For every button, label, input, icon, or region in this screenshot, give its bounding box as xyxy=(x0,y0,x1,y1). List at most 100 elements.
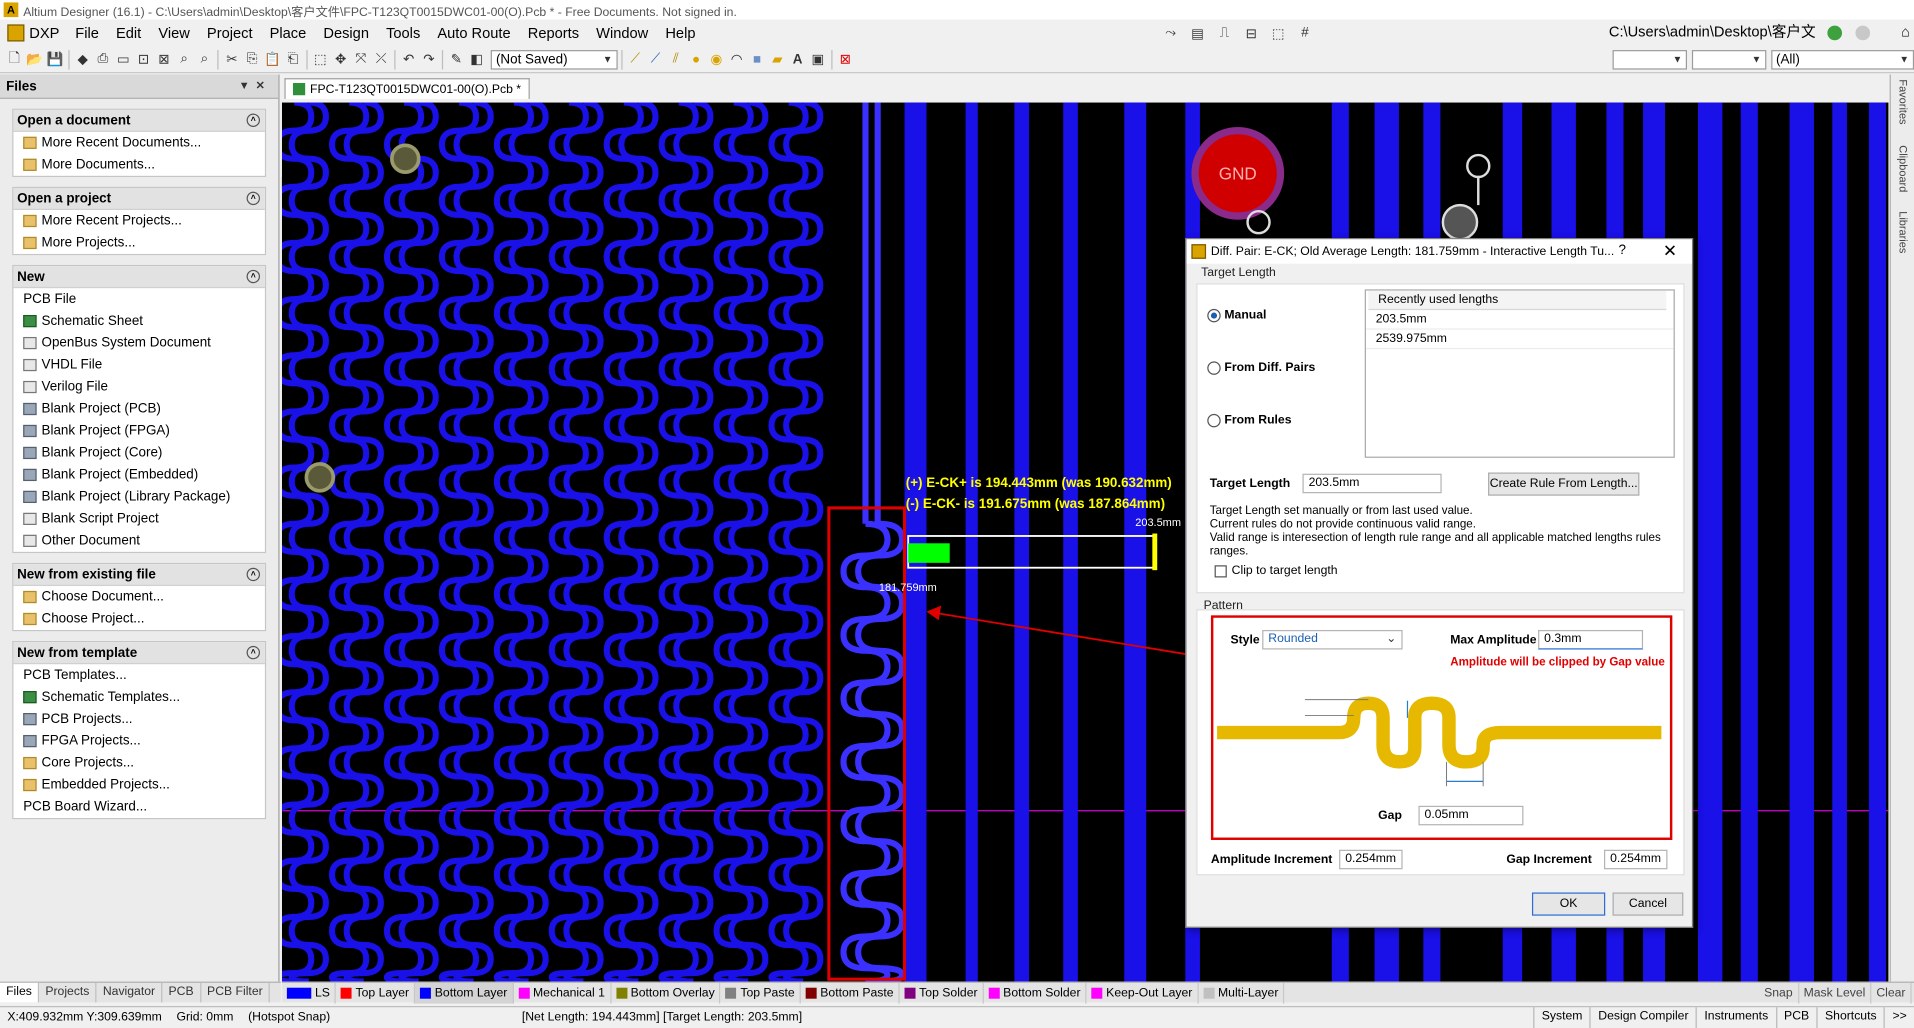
filter-mid-combo[interactable]: ▼ xyxy=(1692,49,1767,69)
radio-manual[interactable]: Manual xyxy=(1207,308,1266,323)
place-component-icon[interactable]: ▣ xyxy=(808,48,827,70)
align-icon[interactable]: ⊟ xyxy=(1240,22,1262,44)
files-item[interactable]: Schematic Sheet xyxy=(13,310,264,332)
open-icon[interactable]: 📂 xyxy=(25,48,44,70)
place-icon[interactable]: ⎍ xyxy=(1213,22,1235,44)
files-item[interactable]: More Recent Documents... xyxy=(13,132,264,154)
route-multiple-icon[interactable]: ⫽ xyxy=(666,48,685,70)
tab-pcb[interactable]: PCB xyxy=(162,982,201,1003)
view-config-combo[interactable]: (Not Saved) ▼ xyxy=(491,49,618,69)
clear-button[interactable]: Clear xyxy=(1871,982,1912,1004)
radio-from-rules[interactable]: From Rules xyxy=(1207,413,1292,428)
gap-increment-input[interactable]: 0.254mm xyxy=(1603,849,1668,870)
cut-icon[interactable]: ✂ xyxy=(222,48,241,70)
files-item[interactable]: Blank Project (FPGA) xyxy=(13,420,264,442)
layer-tab[interactable]: LS xyxy=(282,982,336,1003)
radio-from-diff-pairs[interactable]: From Diff. Pairs xyxy=(1207,361,1315,375)
filter-all-combo[interactable]: (All) ▼ xyxy=(1771,49,1914,69)
status-tab-instruments[interactable]: Instruments xyxy=(1695,1007,1776,1028)
help-icon[interactable]: ? xyxy=(1618,243,1625,258)
deselect-icon[interactable]: ⤫ xyxy=(372,48,391,70)
max-amplitude-input[interactable]: 0.3mm xyxy=(1538,629,1644,650)
rubber-stamp-icon[interactable]: ⎗ xyxy=(283,48,302,70)
files-item[interactable]: Blank Script Project xyxy=(13,508,264,530)
clear-filter-icon[interactable]: ⊠ xyxy=(836,48,855,70)
recent-length-item[interactable]: 203.5mm xyxy=(1365,310,1674,330)
gap-input[interactable]: 0.05mm xyxy=(1418,805,1524,826)
tab-projects[interactable]: Projects xyxy=(39,982,97,1003)
menu-project[interactable]: Project xyxy=(198,24,261,41)
cancel-button[interactable]: Cancel xyxy=(1612,892,1684,916)
files-item[interactable]: Other Document xyxy=(13,530,264,552)
layer-tab[interactable]: Multi-Layer xyxy=(1198,982,1285,1003)
layer-tab[interactable]: Bottom Solder xyxy=(984,982,1087,1003)
collapse-icon[interactable]: ˄ xyxy=(246,191,261,206)
new-doc-icon[interactable]: 🗋 xyxy=(5,48,24,70)
menu-window[interactable]: Window xyxy=(588,24,657,41)
menu-view[interactable]: View xyxy=(150,24,199,41)
files-item[interactable]: More Documents... xyxy=(13,154,264,176)
tab-files[interactable]: Files xyxy=(0,982,40,1003)
zoom-selected-icon[interactable]: ⌕ xyxy=(195,48,214,70)
menu-edit[interactable]: Edit xyxy=(107,24,149,41)
zoom-fit-icon[interactable]: ⊡ xyxy=(134,48,153,70)
place-via-icon[interactable]: ◉ xyxy=(707,48,726,70)
collapse-icon[interactable]: ˄ xyxy=(246,645,261,660)
clipboard-tab[interactable]: Clipboard xyxy=(1897,145,1909,206)
zoom-area-icon[interactable]: ⊠ xyxy=(154,48,173,70)
component-icon[interactable]: ▤ xyxy=(1187,22,1209,44)
status-tab-more[interactable]: >> xyxy=(1883,1007,1914,1028)
route-diff-pair-icon[interactable]: ⟋ xyxy=(646,48,665,70)
layer-tab[interactable]: Bottom Layer xyxy=(415,982,514,1003)
files-item[interactable]: Schematic Templates... xyxy=(13,686,264,708)
menu-auto-route[interactable]: Auto Route xyxy=(429,24,519,41)
style-select[interactable]: Rounded ⌄ xyxy=(1262,629,1403,650)
files-item[interactable]: Embedded Projects... xyxy=(13,774,264,796)
filter-left-combo[interactable]: ▼ xyxy=(1612,49,1688,69)
clip-to-target-checkbox[interactable]: Clip to target length xyxy=(1214,564,1338,577)
move-selection-icon[interactable]: ⤧ xyxy=(351,48,370,70)
tab-pcb-filter[interactable]: PCB Filter xyxy=(201,982,271,1003)
layer-tab[interactable]: Keep-Out Layer xyxy=(1087,982,1199,1003)
files-section-header[interactable]: New from existing file ˄ xyxy=(13,564,265,587)
files-item[interactable]: More Projects... xyxy=(13,232,264,254)
via-pad[interactable] xyxy=(390,143,421,174)
menu-design[interactable]: Design xyxy=(315,24,378,41)
status-tab-pcb[interactable]: PCB xyxy=(1775,1007,1817,1028)
back-icon[interactable] xyxy=(1827,25,1842,41)
files-item[interactable]: Blank Project (Core) xyxy=(13,442,264,464)
layer-tab[interactable]: Top Solder xyxy=(900,982,984,1003)
interactive-route-icon[interactable]: ⤳ xyxy=(1160,22,1182,44)
files-item[interactable]: Choose Document... xyxy=(13,586,264,608)
menu-place[interactable]: Place xyxy=(261,24,315,41)
room-icon[interactable]: ⬚ xyxy=(1267,22,1289,44)
target-length-input[interactable]: 203.5mm xyxy=(1302,473,1442,494)
place-fill-icon[interactable]: ■ xyxy=(747,48,766,70)
files-item[interactable]: Blank Project (Embedded) xyxy=(13,464,264,486)
files-item[interactable]: PCB File xyxy=(13,177,296,310)
files-item[interactable]: Core Projects... xyxy=(13,752,264,774)
select-area-icon[interactable]: ⬚ xyxy=(311,48,330,70)
menu-help[interactable]: Help xyxy=(657,24,704,41)
files-item[interactable]: Choose Project... xyxy=(13,608,264,630)
place-string-icon[interactable]: A xyxy=(788,48,807,70)
document-tab[interactable]: FPC-T123QT0015DWC01-00(O).Pcb * xyxy=(284,78,530,99)
place-arc-icon[interactable]: ◠ xyxy=(727,48,746,70)
redo-icon[interactable]: ↷ xyxy=(419,48,438,70)
recent-lengths-list[interactable]: Recently used lengths 203.5mm 2539.975mm xyxy=(1364,289,1675,458)
home-icon[interactable]: ⌂ xyxy=(1901,23,1910,40)
dxp-menu[interactable]: DXP xyxy=(7,24,59,42)
tab-navigator[interactable]: Navigator xyxy=(97,982,163,1003)
snap-button[interactable]: Snap xyxy=(1759,982,1799,1004)
layer-tab[interactable]: Mechanical 1 xyxy=(513,982,612,1003)
mask-level-button[interactable]: Mask Level xyxy=(1799,982,1872,1004)
create-rule-button[interactable]: Create Rule From Length... xyxy=(1488,472,1640,496)
via-pad[interactable] xyxy=(1466,153,1491,179)
close-icon[interactable]: ✕ xyxy=(1663,241,1677,262)
files-section-header[interactable]: Open a project ˄ xyxy=(13,188,265,210)
print-icon[interactable]: ⎙ xyxy=(93,48,112,70)
preview-icon[interactable]: ▭ xyxy=(114,48,133,70)
files-section-header[interactable]: New from template ˄ xyxy=(13,642,265,665)
files-item[interactable]: Verilog File xyxy=(13,376,264,398)
collapse-icon[interactable]: ˄ xyxy=(246,567,261,582)
